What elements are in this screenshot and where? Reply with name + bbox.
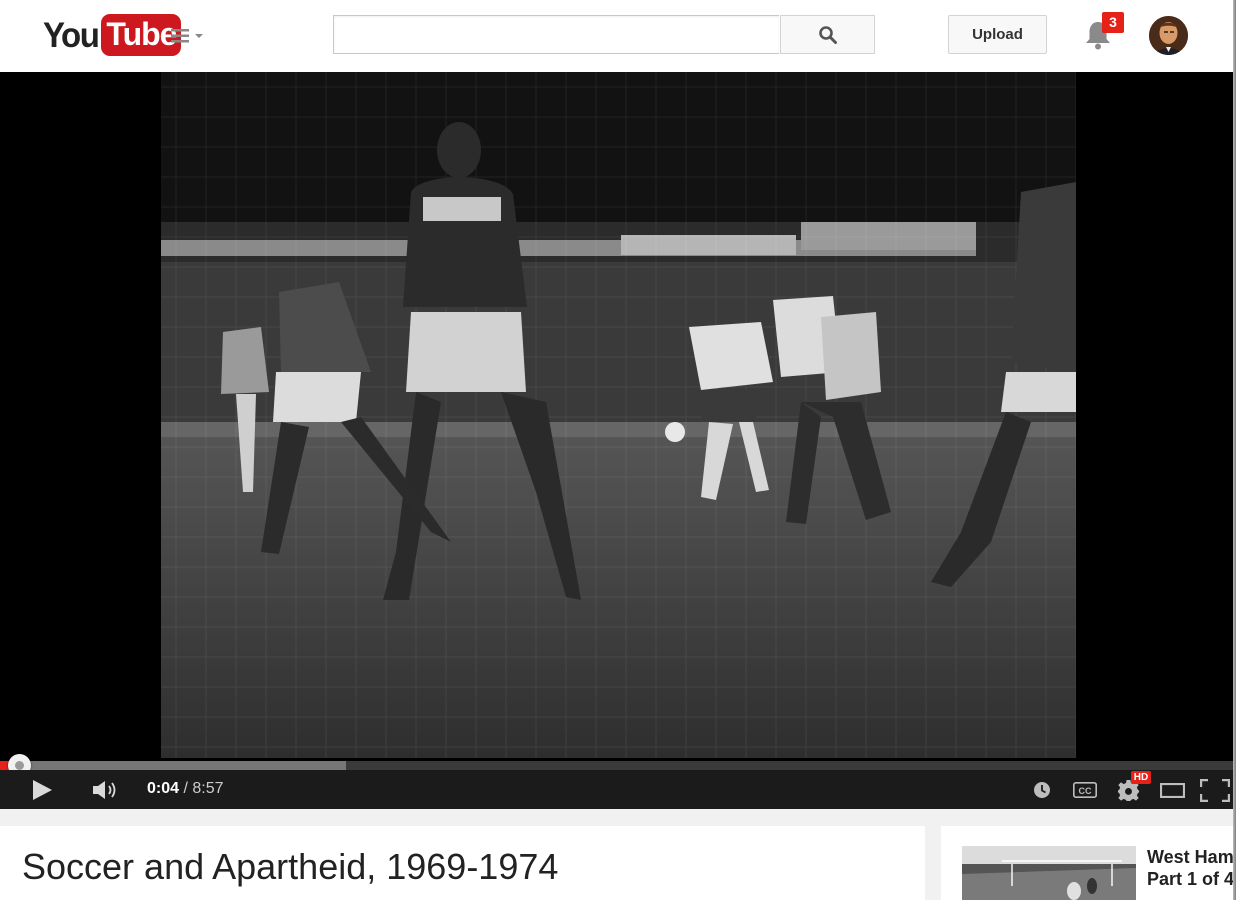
fullscreen-button[interactable] <box>1199 778 1231 807</box>
player-controls-bar: 0:04 / 8:57 CC HD <box>0 770 1233 809</box>
search-input[interactable] <box>334 16 779 53</box>
related-thumbnail-image <box>962 846 1136 900</box>
progress-buffered <box>0 761 346 770</box>
video-title: Soccer and Apartheid, 1969-1974 <box>22 846 559 887</box>
notification-count-badge[interactable]: 3 <box>1102 12 1124 33</box>
play-button[interactable] <box>30 779 54 806</box>
video-still-soccer-match <box>161 72 1076 758</box>
guide-menu-button[interactable] <box>170 26 206 46</box>
time-separator: / <box>179 780 193 797</box>
upload-button[interactable]: Upload <box>948 15 1047 54</box>
cc-icon: CC <box>1073 782 1097 798</box>
account-avatar-image <box>1149 16 1188 55</box>
search-field[interactable] <box>333 15 779 54</box>
related-title-line-1: West Ham <box>1147 847 1233 867</box>
video-info-card: Soccer and Apartheid, 1969-1974 <box>0 826 925 900</box>
related-video-title[interactable]: West Ham Part 1 of 4 <box>1147 846 1233 890</box>
search-button[interactable] <box>780 15 875 54</box>
logo-text-you: You <box>43 14 100 55</box>
avatar[interactable] <box>1149 16 1188 55</box>
clock-icon <box>1034 782 1050 798</box>
progress-bar[interactable] <box>0 761 1233 770</box>
masthead: You Tube Upload 3 <box>0 0 1236 73</box>
hamburger-menu-icon <box>171 29 203 43</box>
play-icon <box>33 780 52 800</box>
watch-later-button[interactable] <box>1033 781 1051 804</box>
video-frame[interactable] <box>161 72 1076 758</box>
fullscreen-icon <box>1199 778 1231 803</box>
magnifier-icon <box>818 25 837 44</box>
speaker-icon <box>93 781 116 799</box>
theater-mode-button[interactable] <box>1159 782 1186 803</box>
volume-button[interactable] <box>91 779 121 806</box>
duration: 8:57 <box>192 780 224 797</box>
time-display: 0:04 / 8:57 <box>147 780 224 798</box>
captions-button[interactable]: CC <box>1073 782 1097 803</box>
hd-quality-badge: HD <box>1131 771 1151 784</box>
theater-mode-icon <box>1159 782 1186 799</box>
video-player[interactable]: 0:04 / 8:57 CC HD <box>0 72 1233 809</box>
youtube-logo[interactable]: You Tube <box>43 14 182 56</box>
related-videos-sidebar: West Ham Part 1 of 4 <box>941 826 1233 900</box>
current-time: 0:04 <box>147 780 180 797</box>
svg-text:CC: CC <box>1079 786 1092 796</box>
related-video-thumbnail[interactable] <box>962 846 1136 900</box>
related-title-line-2: Part 1 of 4 <box>1147 869 1233 889</box>
